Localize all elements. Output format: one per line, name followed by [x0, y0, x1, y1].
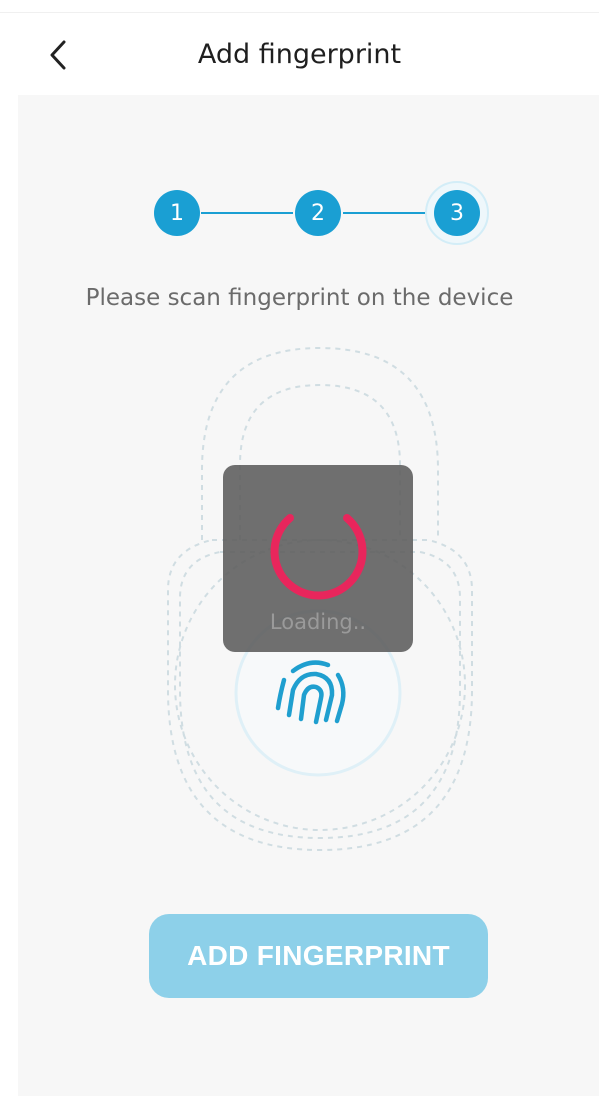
- add-fingerprint-button[interactable]: ADD FINGERPRINT: [149, 914, 488, 998]
- loading-dialog: Loading..: [223, 465, 413, 652]
- step-3: 3: [434, 190, 480, 236]
- instruction-text: Please scan fingerprint on the device: [85, 285, 514, 311]
- step-1: 1: [154, 190, 200, 236]
- loading-text: Loading..: [269, 610, 367, 634]
- page-title: Add fingerprint: [197, 39, 402, 70]
- step-indicator: 1 2 3: [150, 180, 490, 245]
- loading-spinner-icon: [270, 514, 367, 600]
- step-2: 2: [295, 190, 341, 236]
- step-connector: [343, 212, 435, 214]
- step-connector: [201, 212, 293, 214]
- header: Add fingerprint: [0, 13, 599, 95]
